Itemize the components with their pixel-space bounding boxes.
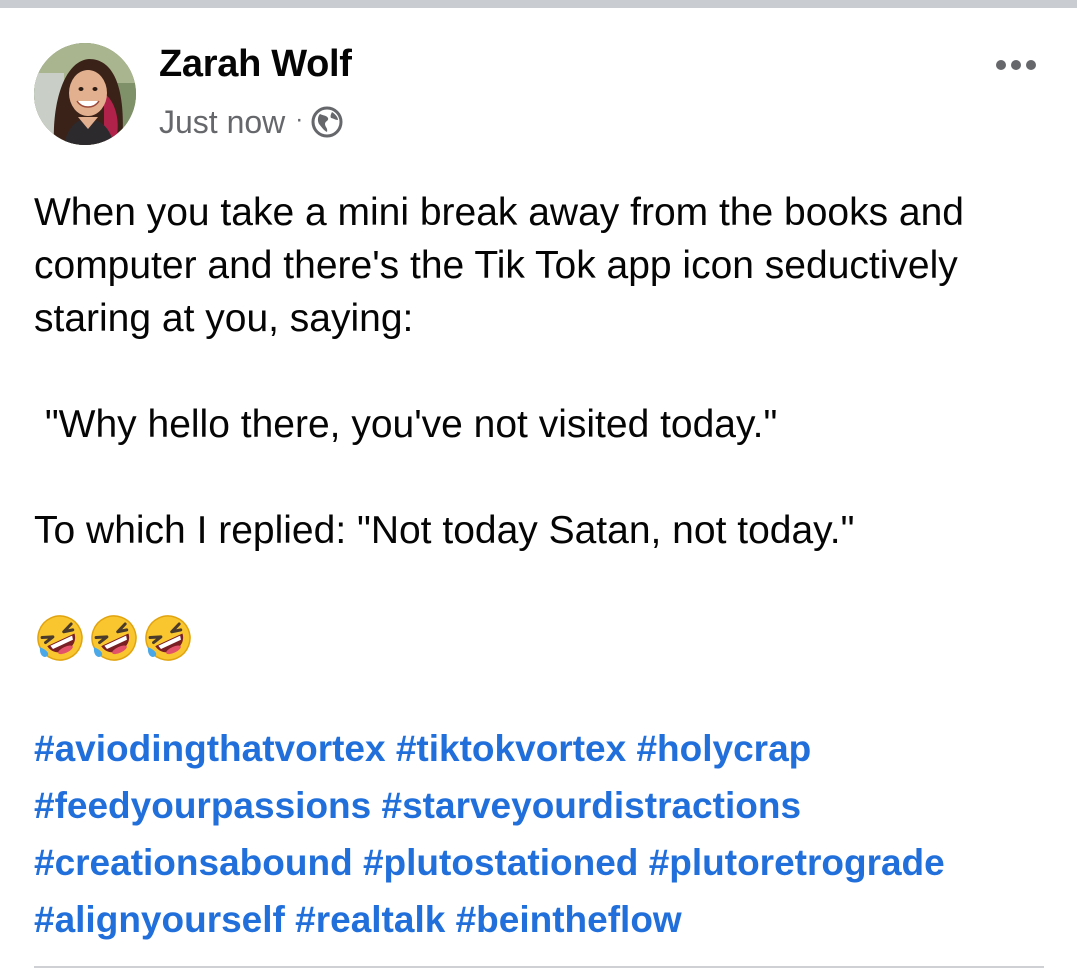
hashtag-link[interactable]: #plutostationed — [363, 842, 638, 883]
post-text-line: When you take a mini break away from the… — [34, 191, 964, 234]
globe-icon[interactable] — [311, 106, 343, 138]
hashtag-line: #alignyourself #realtalk #beintheflow — [34, 891, 1044, 948]
post-text-line: computer and there's the Tik Tok app ico… — [34, 244, 958, 287]
hashtag-list: #aviodingthatvortex #tiktokvortex #holyc… — [34, 720, 1044, 948]
more-options-button[interactable] — [988, 48, 1044, 82]
hashtag-link[interactable]: #holycrap — [636, 728, 811, 769]
timestamp[interactable]: Just now — [159, 104, 285, 141]
emoji-row — [34, 612, 194, 668]
top-strip — [0, 0, 1077, 8]
post-text: When you take a mini break away from the… — [34, 186, 1044, 557]
hashtag-line: #aviodingthatvortex #tiktokvortex #holyc… — [34, 720, 1044, 777]
post-reply: To which I replied: "Not today Satan, no… — [34, 509, 855, 552]
post-text-line: staring at you, saying: — [34, 297, 414, 340]
post-header: Zarah Wolf Just now · — [34, 40, 1044, 150]
hashtag-line: #feedyourpassions #starveyourdistraction… — [34, 777, 1044, 834]
hashtag-link[interactable]: #alignyourself — [34, 899, 285, 940]
more-horizontal-icon — [996, 60, 1006, 70]
rolling-on-floor-laughing-icon — [88, 612, 140, 668]
divider — [34, 966, 1044, 968]
rolling-on-floor-laughing-icon — [34, 612, 86, 668]
meta-separator: · — [295, 106, 304, 133]
hashtag-link[interactable]: #realtalk — [295, 899, 445, 940]
hashtag-link[interactable]: #tiktokvortex — [396, 728, 626, 769]
rolling-on-floor-laughing-icon — [142, 612, 194, 668]
avatar[interactable] — [34, 43, 136, 145]
hashtag-link[interactable]: #starveyourdistractions — [382, 785, 802, 826]
hashtag-line: #creationsabound #plutostationed #plutor… — [34, 834, 1044, 891]
post-meta: Just now · — [159, 102, 343, 142]
hashtag-link[interactable]: #plutoretrograde — [649, 842, 945, 883]
hashtag-link[interactable]: #beintheflow — [456, 899, 682, 940]
hashtag-link[interactable]: #aviodingthatvortex — [34, 728, 386, 769]
hashtag-link[interactable]: #creationsabound — [34, 842, 353, 883]
hashtag-link[interactable]: #feedyourpassions — [34, 785, 371, 826]
author-name[interactable]: Zarah Wolf — [159, 43, 352, 86]
post-quote: "Why hello there, you've not visited tod… — [34, 403, 778, 446]
